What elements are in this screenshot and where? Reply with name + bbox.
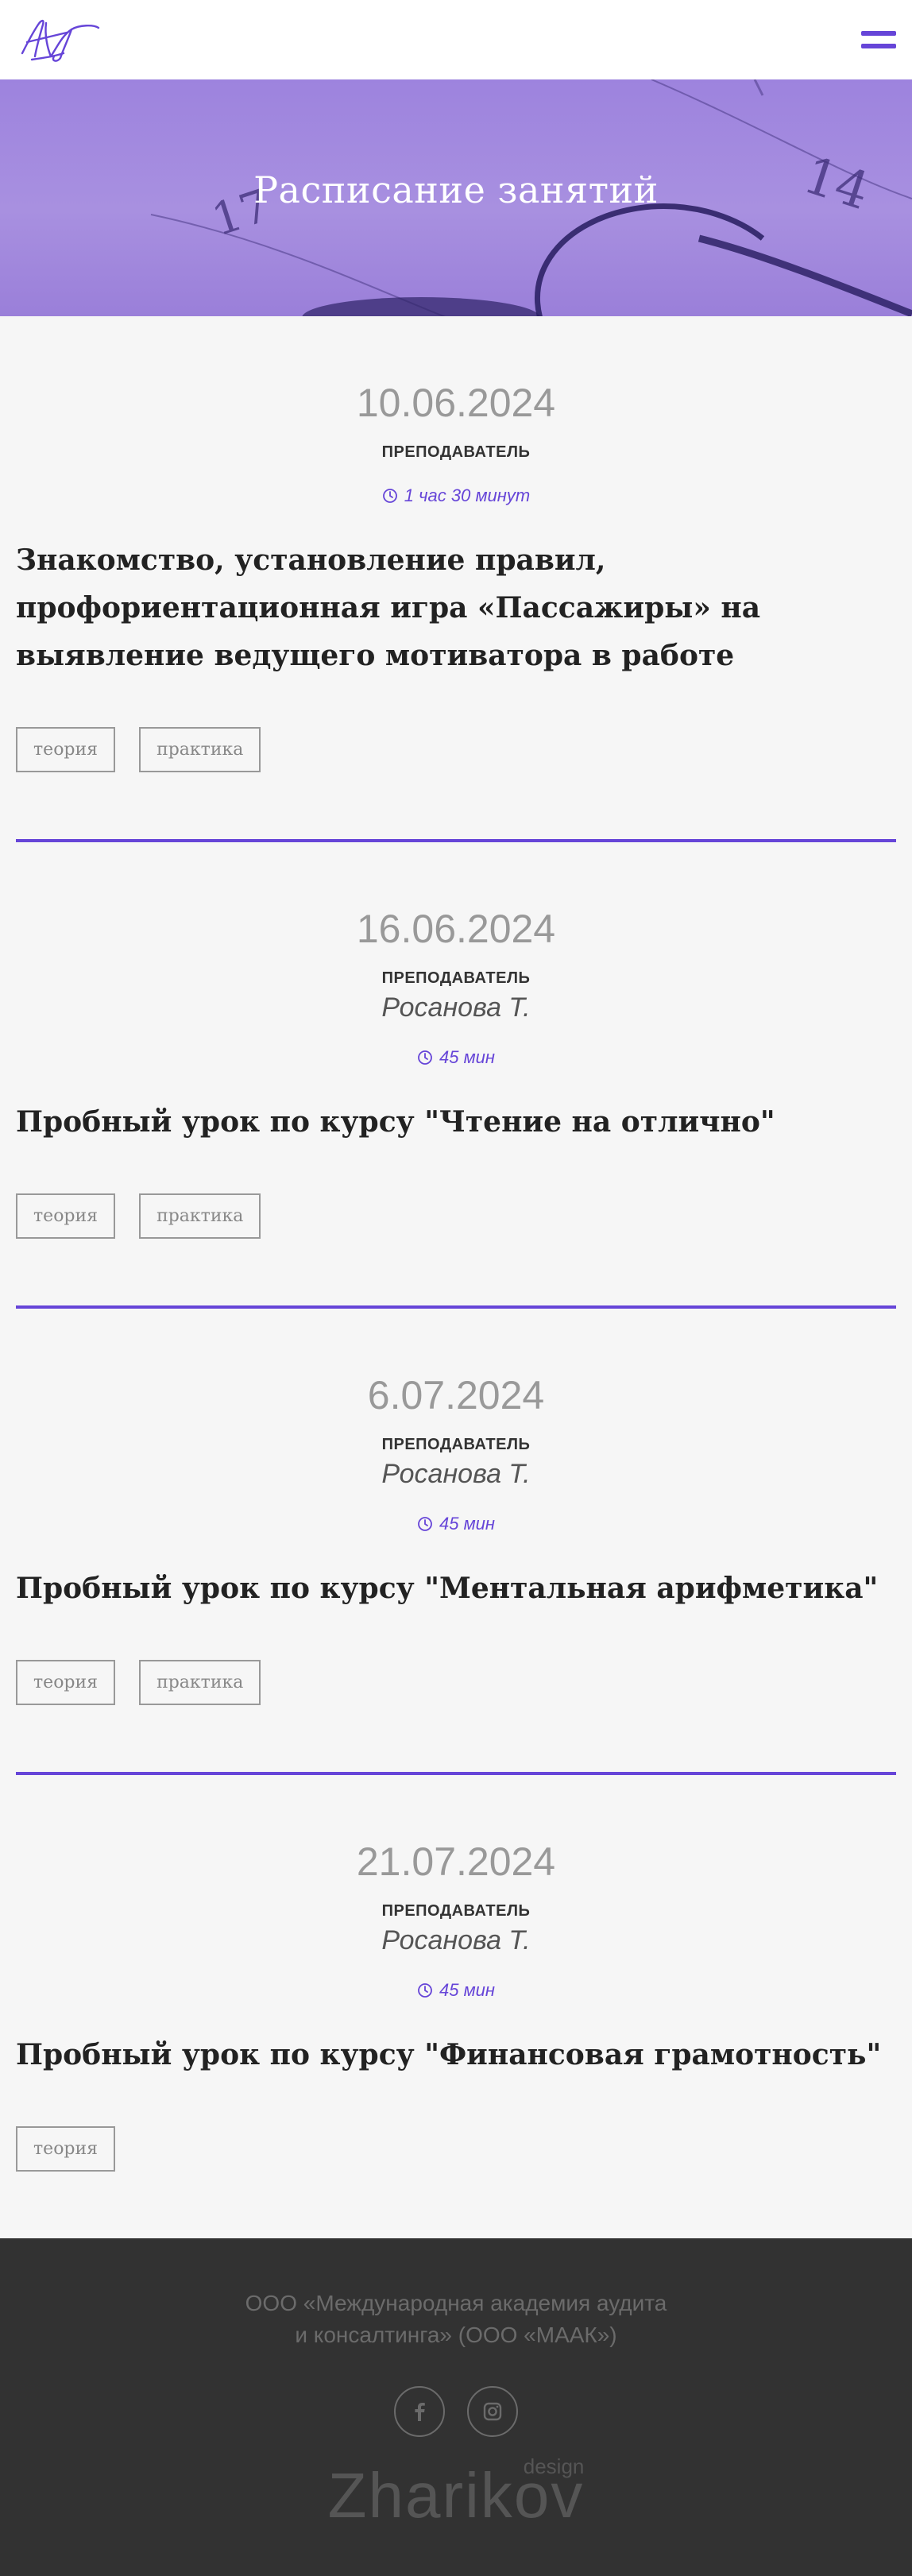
credit-sub: design (523, 2454, 585, 2478)
lesson-card: 6.07.2024 ПРЕПОДАВАТЕЛЬ Росанова Т. 45 м… (16, 1309, 896, 1775)
burger-menu-icon (861, 31, 896, 36)
burger-line (861, 44, 896, 48)
teacher-label: ПРЕПОДАВАТЕЛЬ (381, 1436, 531, 1453)
teacher-name: Росанова Т. (381, 992, 531, 1023)
facebook-link[interactable] (394, 2386, 445, 2437)
hero-banner: 17 14 Расписание занятий (0, 79, 912, 316)
lesson-tags: теория (16, 2126, 896, 2172)
logo-link[interactable] (16, 12, 103, 68)
schedule-list: 10.06.2024 ПРЕПОДАВАТЕЛЬ 1 час 30 минут … (0, 316, 912, 2238)
lesson-duration: 45 мин (16, 1980, 896, 2001)
lesson-title: Знакомство, установление правил, профори… (16, 543, 761, 672)
clock-icon (418, 1517, 432, 1531)
lesson-card: 21.07.2024 ПРЕПОДАВАТЕЛЬ Росанова Т. 45 … (16, 1775, 896, 2238)
designer-credit[interactable]: Zharikov design (328, 2454, 585, 2528)
teacher-label: ПРЕПОДАВАТЕЛЬ (381, 969, 531, 987)
page-title: Расписание занятий (253, 168, 659, 211)
clock-icon (418, 1983, 432, 1998)
teacher-label: ПРЕПОДАВАТЕЛЬ (381, 1902, 531, 1920)
lesson-title: Пробный урок по курсу "Ментальная арифме… (16, 1572, 879, 1605)
lesson-date: 6.07.2024 (367, 1373, 545, 1418)
social-links (0, 2386, 912, 2437)
menu-button[interactable] (861, 29, 896, 51)
lesson-tags: теория практика (16, 1660, 896, 1705)
clock-icon (418, 1050, 432, 1065)
lesson-card: 10.06.2024 ПРЕПОДАВАТЕЛЬ 1 час 30 минут … (16, 316, 896, 842)
lesson-title: Пробный урок по курсу "Чтение на отлично… (16, 1105, 775, 1139)
facebook-icon (415, 2403, 425, 2421)
duration-text: 45 мин (439, 1047, 495, 1067)
lesson-tags: теория практика (16, 727, 896, 772)
company-name: ООО «Международная академия аудита и кон… (0, 2288, 912, 2351)
lesson-date: 10.06.2024 (356, 381, 556, 425)
instagram-link[interactable] (467, 2386, 518, 2437)
lesson-duration: 1 час 30 минут (16, 485, 896, 506)
top-bar (0, 0, 912, 79)
duration-text: 45 мин (439, 1514, 495, 1534)
lesson-tags: теория практика (16, 1193, 896, 1239)
tag-theory[interactable]: теория (16, 1660, 116, 1705)
company-line-2: и консалтинга» (ООО «МААК») (295, 2323, 617, 2347)
tag-practice[interactable]: практика (139, 1193, 261, 1239)
tag-practice[interactable]: практика (139, 727, 261, 772)
clock-icon (382, 489, 397, 503)
lesson-duration: 45 мин (16, 1514, 896, 1534)
lesson-card: 16.06.2024 ПРЕПОДАВАТЕЛЬ Росанова Т. 45 … (16, 842, 896, 1309)
site-footer: ООО «Международная академия аудита и кон… (0, 2238, 912, 2576)
duration-text: 45 мин (439, 1980, 495, 2000)
company-line-1: ООО «Международная академия аудита (245, 2291, 667, 2315)
lesson-duration: 45 мин (16, 1047, 896, 1068)
logo-monogram-icon (21, 19, 100, 62)
tag-practice[interactable]: практика (139, 1660, 261, 1705)
teacher-label: ПРЕПОДАВАТЕЛЬ (381, 443, 531, 461)
lesson-date: 16.06.2024 (356, 907, 556, 951)
teacher-name: Росанова Т. (381, 1925, 531, 1955)
teacher-name: Росанова Т. (381, 1459, 531, 1489)
lesson-title: Пробный урок по курсу "Финансовая грамот… (16, 2038, 882, 2071)
duration-text: 1 час 30 минут (404, 485, 531, 505)
tag-theory[interactable]: теория (16, 2126, 116, 2172)
tag-theory[interactable]: теория (16, 1193, 116, 1239)
lesson-date: 21.07.2024 (356, 1839, 556, 1884)
tag-theory[interactable]: теория (16, 727, 116, 772)
instagram-icon (483, 2402, 502, 2421)
